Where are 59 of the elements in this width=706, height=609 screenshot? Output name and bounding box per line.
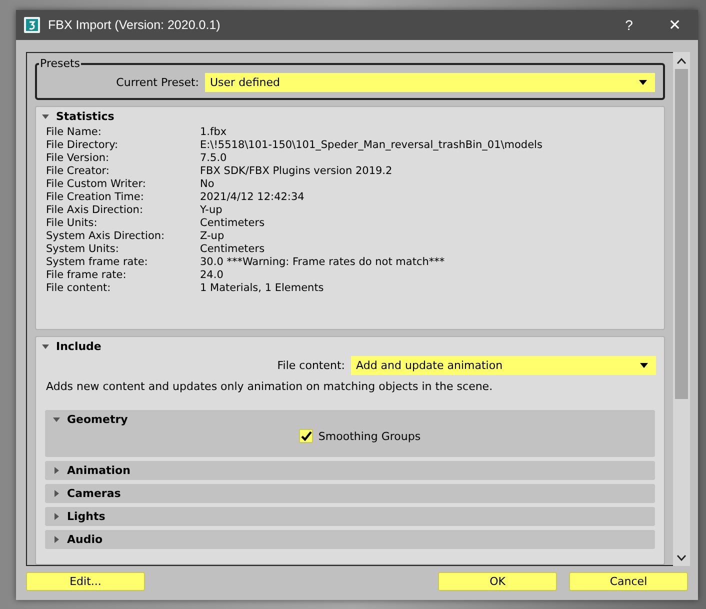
stat-label: File Directory: [46, 139, 120, 152]
stat-value: 30.0 ***Warning: Frame rates do not match*** [200, 256, 446, 269]
stat-value: E:\!5518\101-150\101_Speder_Man_reversal_trashBin_01\models [200, 139, 544, 152]
stat-value: Centimeters [200, 243, 266, 256]
section-title[interactable]: Cameras [67, 487, 121, 500]
expand-triangle-icon[interactable] [53, 490, 60, 497]
stat-value: No [200, 178, 216, 191]
group-title: Presets [39, 57, 82, 70]
collapse-triangle-icon[interactable] [53, 416, 60, 423]
preset-dropdown[interactable]: User defined [205, 73, 655, 92]
section-title[interactable]: Animation [67, 464, 130, 477]
stat-label: File Axis Direction: [46, 204, 144, 217]
stat-label: File content: [46, 282, 112, 295]
edit-button[interactable]: Edit... [26, 572, 145, 591]
ok-button[interactable]: OK [438, 572, 557, 591]
section-title[interactable]: Statistics [56, 110, 114, 123]
stat-label: System frame rate: [46, 256, 149, 269]
stat-value: Y-up [200, 204, 224, 217]
expand-triangle-icon[interactable] [53, 467, 60, 474]
section-title[interactable]: Geometry [67, 413, 128, 426]
stat-value: 24.0 [200, 269, 224, 282]
help-button[interactable]: ? [606, 10, 652, 40]
stat-value: FBX SDK/FBX Plugins version 2019.2 [200, 165, 394, 178]
stat-label: File Creator: [46, 165, 110, 178]
expand-triangle-icon[interactable] [53, 513, 60, 520]
scrollbar[interactable] [673, 52, 690, 566]
window-title: FBX Import (Version: 2020.0.1) [48, 18, 220, 32]
stat-value: 2021/4/12 12:42:34 [200, 191, 306, 204]
checkbox-label: Smoothing Groups [318, 430, 421, 442]
expand-triangle-icon[interactable] [53, 536, 60, 543]
stat-value: Centimeters [200, 217, 266, 230]
field-label: File content: [277, 359, 345, 372]
stat-label: File Creation Time: [46, 191, 145, 204]
collapse-triangle-icon[interactable] [42, 343, 49, 350]
stat-label: File Version: [46, 152, 110, 165]
stat-label: System Units: [46, 243, 120, 256]
stat-label: File Units: [46, 217, 98, 230]
dropdown-arrow-icon[interactable] [639, 80, 647, 85]
stat-label: File Name: [46, 126, 102, 139]
field-label: Current Preset: [116, 76, 199, 89]
checkbox[interactable] [299, 429, 314, 443]
scroll-thumb[interactable] [675, 69, 688, 399]
section-title[interactable]: Include [56, 340, 102, 353]
app-logo-icon [24, 17, 40, 33]
description-text: Adds new content and updates only animation on matching objects in the scene. [45, 379, 494, 395]
stat-label: File frame rate: [46, 269, 128, 282]
collapse-triangle-icon[interactable] [42, 113, 49, 120]
section-title[interactable]: Audio [67, 533, 103, 546]
file-content-dropdown[interactable]: Add and update animation [351, 356, 656, 375]
stat-value: 1.fbx [200, 126, 228, 139]
stat-label: System Axis Direction: [46, 230, 166, 243]
stat-value: 7.5.0 [200, 152, 228, 165]
dropdown-arrow-icon[interactable] [640, 363, 648, 368]
section-title[interactable]: Lights [67, 510, 106, 523]
stat-value: Z-up [200, 230, 226, 243]
cancel-button[interactable]: Cancel [569, 572, 688, 591]
close-button[interactable]: ✕ [652, 10, 698, 40]
stat-value: 1 Materials, 1 Elements [200, 282, 325, 295]
stat-label: File Custom Writer: [46, 178, 147, 191]
